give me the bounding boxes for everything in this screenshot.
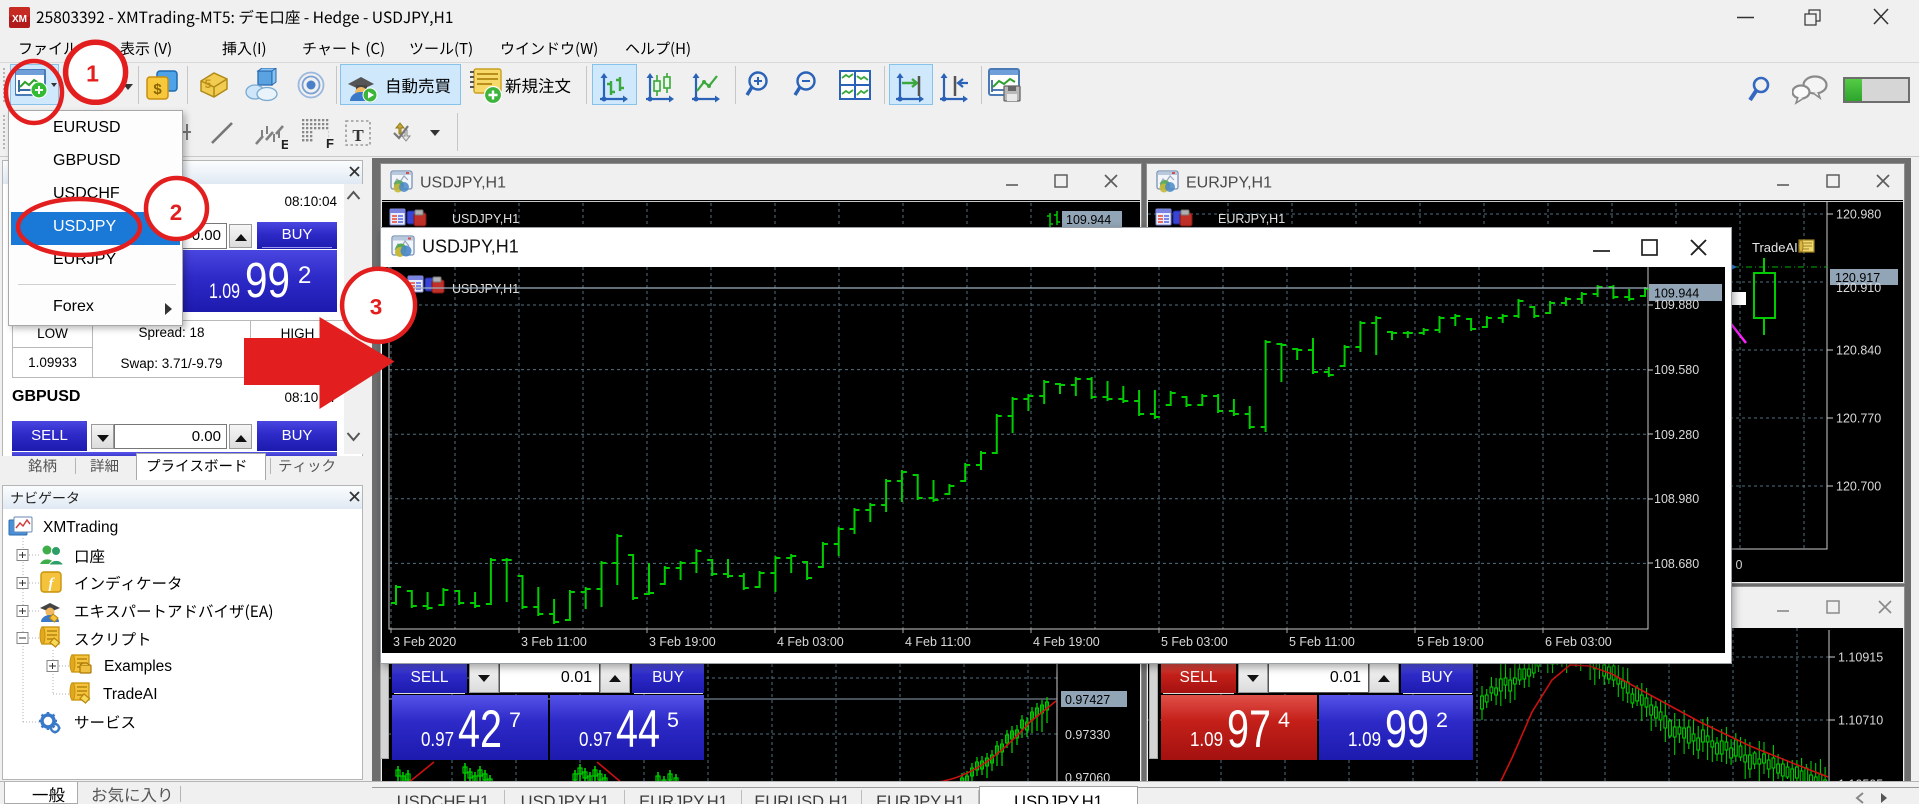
svg-text:3: 3 — [370, 295, 383, 320]
svg-text:2: 2 — [170, 200, 183, 225]
svg-text:1: 1 — [86, 61, 99, 87]
